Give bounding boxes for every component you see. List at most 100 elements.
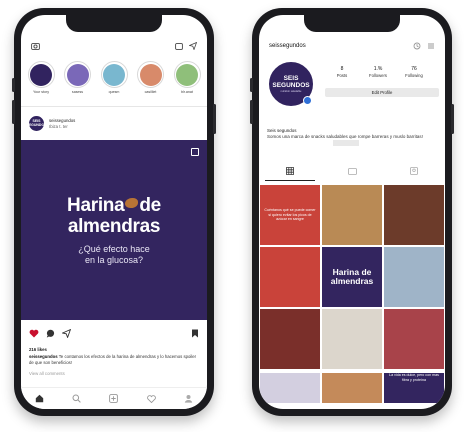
activity-icon[interactable]	[413, 42, 421, 50]
caption-user[interactable]: seissegundos	[29, 354, 58, 359]
post-title-word: almendras	[67, 215, 161, 237]
post-image[interactable]: Harina de almendras ¿Qué efecto hace en l…	[21, 140, 207, 320]
camera-icon[interactable]	[31, 42, 40, 50]
grid-post[interactable]	[322, 373, 382, 403]
story-ring	[64, 61, 91, 88]
profile-bio: Seis segundos Somos una marca de snacks …	[267, 128, 427, 140]
story-ring	[27, 61, 55, 88]
post-caption: seissegundos Te contamos los efectos de …	[29, 354, 199, 365]
grid-post[interactable]	[260, 247, 320, 307]
bio-highlight	[333, 140, 359, 146]
feed-topbar	[21, 35, 207, 57]
profile-screen: seissegundos SEIS SEGUNDOS nutrición sal…	[259, 15, 445, 409]
tab-tagged[interactable]	[389, 161, 439, 181]
story-item[interactable]: casilliet	[137, 61, 165, 94]
side-button	[250, 100, 253, 124]
bio-text: Somos una marca de snacks saludables que…	[267, 133, 423, 139]
side-button	[451, 104, 454, 134]
multi-post-icon	[191, 148, 199, 156]
view-all-comments-link[interactable]: View all comments	[29, 371, 65, 376]
edit-profile-button[interactable]: Edit Profile	[325, 88, 439, 97]
grid-post[interactable]	[322, 185, 382, 245]
profile-tabs	[259, 161, 445, 181]
story-avatar	[176, 63, 198, 86]
search-icon[interactable]	[72, 394, 82, 403]
story-label: blr.anat	[181, 90, 193, 94]
tab-grid[interactable]	[265, 161, 315, 181]
grid-post[interactable]	[322, 309, 382, 369]
story-avatar	[139, 63, 162, 86]
stories-row: Your story sasess quesm casilliet blr.anat	[27, 61, 201, 94]
stat-followers[interactable]: 1.% Followers	[365, 66, 391, 78]
story-label: Your story	[32, 90, 50, 94]
story-item[interactable]: quesm	[100, 61, 128, 94]
direct-message-icon[interactable]	[189, 42, 197, 50]
story-label: casilliet	[144, 90, 157, 94]
profile-icon[interactable]	[184, 394, 193, 403]
heart-icon[interactable]	[146, 394, 156, 403]
profile-topbar: seissegundos	[259, 35, 445, 57]
story-avatar	[103, 63, 125, 86]
like-heart-icon[interactable]	[29, 329, 39, 338]
add-story-badge-icon[interactable]	[303, 96, 312, 105]
menu-icon[interactable]	[427, 42, 435, 50]
comment-icon[interactable]	[46, 329, 55, 338]
post-location[interactable]: Ibiza t. ter	[49, 124, 75, 130]
side-button	[250, 78, 253, 92]
story-avatar	[66, 63, 89, 86]
post-subtitle-line: ¿Qué efecto hace	[78, 243, 150, 254]
stat-label: Following	[405, 73, 423, 78]
grid-post[interactable]	[260, 309, 320, 369]
igtv-icon[interactable]	[175, 42, 183, 50]
post-header: SEIS SEGUNDOS seissegundos Ibiza t. ter	[26, 116, 75, 131]
stat-value: 1.%	[373, 66, 383, 72]
notch	[66, 15, 162, 32]
bookmark-icon[interactable]	[191, 329, 199, 338]
story-item[interactable]: blr.anat	[173, 61, 201, 94]
story-item[interactable]: sasess	[64, 61, 92, 94]
post-account-name[interactable]: seissegundos	[49, 118, 75, 124]
notch	[304, 15, 400, 32]
post-title: Harina de almendras	[67, 195, 161, 237]
post-actions	[29, 329, 199, 338]
stat-value: 8	[340, 66, 344, 72]
share-icon[interactable]	[62, 329, 71, 338]
tab-reels[interactable]	[327, 161, 377, 181]
story-item[interactable]: Your story	[27, 61, 55, 94]
grid-post[interactable]: Harina de almendras	[322, 247, 382, 307]
profile-username[interactable]: seissegundos	[269, 43, 306, 49]
grid-icon	[286, 166, 294, 175]
phone-profile: seissegundos SEIS SEGUNDOS nutrición sal…	[250, 8, 454, 416]
stat-label: Posts	[336, 73, 348, 78]
side-button	[213, 104, 216, 134]
stat-following[interactable]: 76 Following	[401, 66, 427, 78]
likes-count[interactable]: 216 likes	[29, 347, 47, 352]
story-avatar	[30, 63, 52, 86]
posts-grid: Cuéntanos qué se puede comer si quiero e…	[259, 185, 445, 369]
add-icon[interactable]	[109, 394, 119, 403]
side-button	[12, 78, 15, 92]
story-label: quesm	[108, 90, 120, 94]
profile-stats: 8 Posts 1.% Followers 76 Following	[329, 66, 427, 78]
grid-post-text: Cuéntanos qué se puede comer si quiero e…	[264, 208, 316, 222]
story-ring	[137, 61, 164, 88]
grid-post[interactable]: La vida es dulce, pero con mas fibra y p…	[384, 373, 444, 403]
reels-icon	[347, 167, 357, 175]
stat-posts[interactable]: 8 Posts	[329, 66, 355, 78]
grid-post[interactable]	[260, 373, 320, 403]
post-subtitle: ¿Qué efecto hace en la glucosa?	[78, 244, 150, 266]
post-title-word: de	[139, 194, 161, 216]
avatar-text: SEIS SEGUNDOS	[272, 75, 310, 89]
home-icon[interactable]	[35, 394, 44, 403]
grid-post[interactable]	[384, 247, 444, 307]
profile-header: SEIS SEGUNDOS nutrición saludable 8 Posts…	[259, 62, 445, 122]
stat-value: 76	[411, 66, 417, 72]
post-avatar[interactable]: SEIS SEGUNDOS	[26, 116, 47, 131]
story-ring	[173, 61, 201, 88]
phone-feed: Your story sasess quesm casilliet blr.anat S…	[12, 8, 216, 416]
grid-post[interactable]	[384, 185, 444, 245]
grid-post[interactable]: Cuéntanos qué se puede comer si quiero e…	[260, 185, 320, 245]
grid-post[interactable]	[384, 309, 444, 369]
almond-icon	[125, 198, 139, 209]
divider	[21, 106, 207, 107]
